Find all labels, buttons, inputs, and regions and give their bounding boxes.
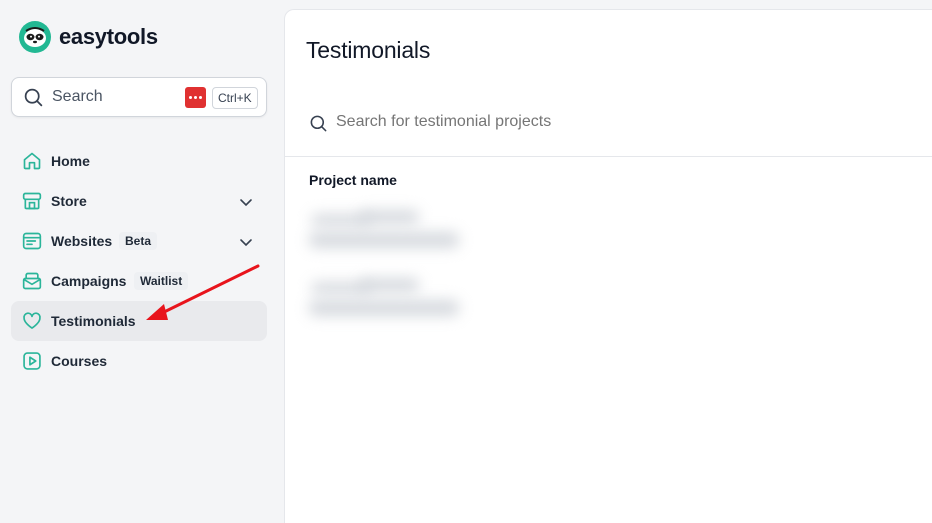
sidebar-item-label: Websites xyxy=(51,233,113,249)
shortcut-hint: Ctrl+K xyxy=(212,87,258,109)
divider xyxy=(285,156,932,157)
chevron-down-icon[interactable] xyxy=(239,195,253,209)
play-icon xyxy=(23,352,41,370)
project-search-input[interactable] xyxy=(336,113,736,131)
sidebar-item-store[interactable]: Store xyxy=(11,181,267,221)
mail-icon xyxy=(22,272,42,290)
sidebar-nav: Home Store Websites Beta Campaigns Waitl… xyxy=(11,141,267,381)
search-icon xyxy=(24,88,43,107)
website-icon xyxy=(22,232,42,250)
sidebar: easytools Search Ctrl+K Home Store Websi… xyxy=(0,0,284,523)
page-title: Testimonials xyxy=(306,37,431,63)
extension-icon[interactable] xyxy=(185,87,206,108)
beta-badge: Beta xyxy=(119,232,158,250)
brand-name: easytools xyxy=(59,24,158,49)
sidebar-item-label: Courses xyxy=(51,353,108,369)
search-box[interactable]: Search Ctrl+K xyxy=(11,77,267,117)
store-icon xyxy=(22,192,42,210)
column-header-project-name: Project name xyxy=(309,172,397,188)
home-icon xyxy=(23,152,41,170)
sidebar-item-websites[interactable]: Websites Beta xyxy=(11,221,267,261)
sidebar-item-home[interactable]: Home xyxy=(11,141,267,181)
heart-icon xyxy=(23,312,41,329)
search-icon xyxy=(310,115,327,132)
sidebar-item-courses[interactable]: Courses xyxy=(11,341,267,381)
search-label: Search xyxy=(52,88,103,105)
main-panel: Testimonials Project name xyxy=(284,9,932,523)
red-arrow-annotation-icon xyxy=(146,264,260,320)
sidebar-item-label: Store xyxy=(51,193,87,209)
table-row[interactable] xyxy=(309,206,469,262)
sidebar-item-label: Home xyxy=(51,153,90,169)
chevron-down-icon[interactable] xyxy=(239,235,253,249)
table-row[interactable] xyxy=(309,274,469,330)
sidebar-item-label: Testimonials xyxy=(51,313,136,329)
sloth-logo-icon xyxy=(19,21,51,53)
brand[interactable]: easytools xyxy=(19,21,158,53)
sidebar-item-label: Campaigns xyxy=(51,273,127,289)
